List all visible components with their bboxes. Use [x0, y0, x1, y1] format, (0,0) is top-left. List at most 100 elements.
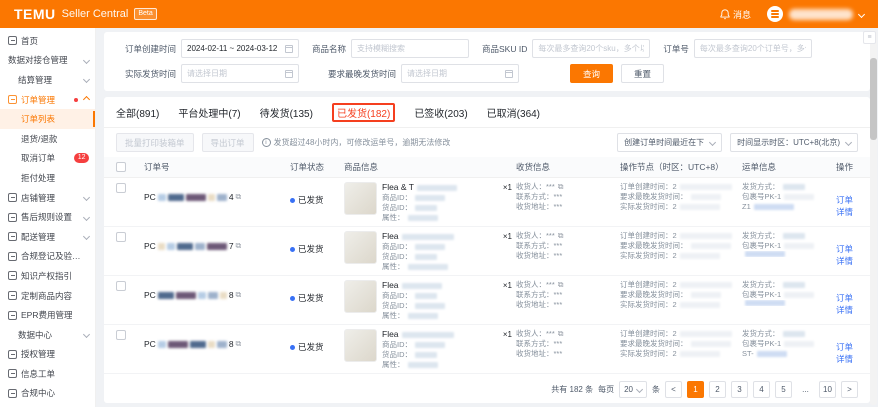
quantity: ×1 — [499, 280, 512, 291]
chevron-down-icon — [83, 57, 90, 64]
latest-ship-field[interactable] — [407, 69, 501, 78]
actual-ship-input[interactable] — [181, 64, 299, 83]
sidebar-item-compliance-registration[interactable]: 合规登记及验证问卷 — [0, 247, 95, 267]
row-checkbox[interactable] — [116, 330, 126, 340]
export-orders-button[interactable]: 导出订单 — [202, 133, 254, 152]
copy-icon[interactable]: ⧉ — [558, 232, 564, 240]
order-no-label: 订单号 — [663, 43, 689, 55]
sidebar-item-delivery-management[interactable]: 配送管理 — [0, 227, 95, 247]
compliance-icon — [8, 252, 17, 261]
page-button-5[interactable]: 5 — [775, 381, 792, 398]
copy-icon[interactable]: ⧉ — [236, 193, 242, 201]
sidebar-item-custom-product-content[interactable]: 定制商品内容 — [0, 286, 95, 306]
bell-icon — [720, 9, 730, 20]
tab-to-ship[interactable]: 待发货(135) — [260, 105, 313, 120]
sidebar-item-data-warehouse[interactable]: 数据对接仓管理 — [0, 51, 95, 71]
quantity: ×1 — [499, 182, 512, 193]
shop-icon — [8, 193, 17, 202]
brand: TEMU Seller Central Beta — [14, 6, 157, 22]
actual-ship-field[interactable] — [187, 69, 281, 78]
sidebar-item-order-list[interactable]: 订单列表 — [0, 109, 95, 129]
sku-input[interactable] — [532, 39, 650, 58]
pagination: 共有 182 条 每页 20 条 < 1 2 3 4 5 ... 10 > — [104, 377, 870, 403]
col-action: 操作 — [836, 161, 858, 173]
sidebar-item-authorization[interactable]: 授权管理 — [0, 345, 95, 365]
col-receiver-info: 收货信息 — [516, 161, 616, 173]
sidebar-item-home[interactable]: 首页 — [0, 31, 95, 51]
order-created-range-value[interactable] — [187, 44, 281, 53]
panel-toggle-button[interactable]: ≡ — [863, 31, 876, 44]
chevron-down-icon — [83, 233, 90, 240]
sort-order-select[interactable]: 创建订单时间最近在下 — [617, 133, 722, 152]
app-header: TEMU Seller Central Beta 消息 — [0, 0, 878, 28]
order-detail-link[interactable]: 订单详情 — [836, 244, 853, 266]
delivery-icon — [8, 232, 17, 241]
page-button-2[interactable]: 2 — [709, 381, 726, 398]
quantity: ×1 — [499, 231, 512, 242]
copy-icon[interactable]: ⧉ — [558, 330, 564, 338]
product-name-input[interactable] — [351, 39, 469, 58]
batch-print-button[interactable]: 批量打印装箱单 — [116, 133, 194, 152]
copy-icon[interactable]: ⧉ — [558, 281, 564, 289]
row-checkbox[interactable] — [116, 281, 126, 291]
copy-icon[interactable]: ⧉ — [558, 183, 564, 191]
order-created-range-input[interactable] — [181, 39, 299, 58]
page-button-10[interactable]: 10 — [819, 381, 836, 398]
sidebar-item-returns[interactable]: 退货/退款 — [0, 129, 95, 149]
order-status-cell: 已发货 — [290, 329, 340, 353]
sidebar-item-info-ticket[interactable]: 信息工单 — [0, 364, 95, 384]
messages-button[interactable]: 消息 — [720, 8, 751, 21]
product-name-field[interactable] — [357, 44, 463, 53]
row-checkbox[interactable] — [116, 183, 126, 193]
tab-all[interactable]: 全部(891) — [116, 105, 159, 120]
sidebar-item-chargeback[interactable]: 拒付处理 — [0, 168, 95, 188]
page: TEMU Seller Central Beta 消息 首页 数据对接仓管理 结… — [0, 0, 878, 407]
sidebar-item-shop-management[interactable]: 店铺管理 — [0, 188, 95, 208]
reset-button[interactable]: 重置 — [621, 64, 664, 83]
tab-platform-processing[interactable]: 平台处理中(7) — [178, 105, 240, 120]
col-product-info: 商品信息 — [344, 161, 512, 173]
prev-page-button[interactable]: < — [665, 381, 682, 398]
order-no-field[interactable] — [700, 44, 806, 53]
sku-field[interactable] — [538, 44, 644, 53]
select-all-checkbox[interactable] — [116, 162, 126, 172]
row-checkbox[interactable] — [116, 232, 126, 242]
tab-shipped[interactable]: 已发货(182) — [332, 103, 395, 122]
avatar[interactable] — [767, 6, 783, 22]
latest-ship-label: 要求最晚发货时间 — [312, 68, 396, 80]
chevron-down-icon — [83, 331, 90, 338]
sidebar-item-compliance-center[interactable]: 合规中心 — [0, 384, 95, 404]
calendar-icon — [505, 70, 513, 78]
op-node-cell: 订单创建时间：2 要求最晚发货时间： 实际发货时间：2 — [620, 329, 738, 359]
timezone-select[interactable]: 时间显示时区：UTC+8(北京) — [730, 133, 858, 152]
page-button-4[interactable]: 4 — [753, 381, 770, 398]
next-page-button[interactable]: > — [841, 381, 858, 398]
latest-ship-input[interactable] — [401, 64, 519, 83]
copy-icon[interactable]: ⧉ — [236, 242, 242, 250]
scrollbar-thumb[interactable] — [870, 58, 877, 140]
order-detail-link[interactable]: 订单详情 — [836, 342, 853, 364]
page-button-1[interactable]: 1 — [687, 381, 704, 398]
sidebar-item-ip-guide[interactable]: 知识产权指引 — [0, 266, 95, 286]
order-number-cell: PC7⧉ — [144, 231, 286, 251]
sidebar-item-settlement[interactable]: 结算管理 — [0, 70, 95, 90]
sidebar-item-cancelled-orders[interactable]: 取消订单12 — [0, 149, 95, 169]
order-no-input[interactable] — [694, 39, 812, 58]
sidebar-item-aftersale-rules[interactable]: 售后规则设置 — [0, 207, 95, 227]
search-button[interactable]: 查询 — [570, 64, 613, 83]
sidebar-item-epr-fees[interactable]: EPR费用管理 — [0, 305, 95, 325]
total-count: 共有 182 条 — [551, 384, 593, 395]
tab-signed[interactable]: 已签收(203) — [414, 105, 467, 120]
copy-icon[interactable]: ⧉ — [236, 340, 242, 348]
username-redacted — [789, 9, 853, 20]
chevron-down-icon[interactable] — [858, 10, 865, 17]
sidebar-item-data-center[interactable]: 数据中心 — [0, 325, 95, 345]
sidebar-item-order-management[interactable]: 订单管理 — [0, 90, 95, 110]
status-dot — [290, 198, 295, 203]
order-detail-link[interactable]: 订单详情 — [836, 195, 853, 217]
copy-icon[interactable]: ⧉ — [236, 291, 242, 299]
page-button-3[interactable]: 3 — [731, 381, 748, 398]
tab-cancelled[interactable]: 已取消(364) — [487, 105, 540, 120]
per-page-select[interactable]: 20 — [619, 381, 647, 398]
order-detail-link[interactable]: 订单详情 — [836, 293, 853, 315]
